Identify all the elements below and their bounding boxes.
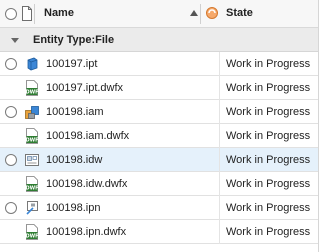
collapse-triangle-icon[interactable] xyxy=(11,38,19,43)
table-row[interactable]: DWF 100198.iam.dwfx Work in Progress xyxy=(0,124,318,148)
dwf-icon: DWF xyxy=(25,128,39,144)
file-state: Work in Progress xyxy=(226,106,311,118)
file-state: Work in Progress xyxy=(226,202,311,214)
svg-text:DWF: DWF xyxy=(25,90,38,96)
table-row[interactable]: 100198.iam Work in Progress xyxy=(0,100,318,124)
file-name[interactable]: 100198.idw.dwfx xyxy=(46,178,127,190)
table-row[interactable]: DWF 100197.ipt.dwfx Work in Progress xyxy=(0,76,318,100)
file-state: Work in Progress xyxy=(226,178,311,190)
drawing-icon xyxy=(25,154,39,166)
file-name[interactable]: 100198.iam xyxy=(46,106,104,118)
svg-text:DWF: DWF xyxy=(25,186,38,192)
assembly-icon xyxy=(25,106,39,119)
group-label: Entity Type:File xyxy=(33,34,115,46)
file-name[interactable]: 100198.ipn xyxy=(46,202,100,214)
table-row[interactable]: DWF 100198.idw.dwfx Work in Progress xyxy=(0,172,318,196)
column-header-row: Name State xyxy=(0,0,318,28)
svg-text:DWF: DWF xyxy=(25,234,38,240)
select-all-circle[interactable] xyxy=(5,8,17,20)
presentation-icon xyxy=(26,201,38,215)
file-state: Work in Progress xyxy=(226,130,311,142)
file-name[interactable]: 100198.ipn.dwfx xyxy=(46,226,126,238)
file-grid: Name State Entity Type:File 100197.ipt W… xyxy=(0,0,319,252)
file-name[interactable]: 100198.idw xyxy=(46,154,102,166)
table-row[interactable]: DWF 100198.ipn.dwfx Work in Progress xyxy=(0,220,318,244)
file-state: Work in Progress xyxy=(226,154,311,166)
row-select-circle[interactable] xyxy=(5,106,17,118)
part-icon xyxy=(27,57,38,71)
table-row[interactable]: 100198.idw Work in Progress xyxy=(0,148,318,172)
name-column-header[interactable]: Name xyxy=(44,7,74,19)
file-name[interactable]: 100197.ipt.dwfx xyxy=(46,82,123,94)
group-row-entity-type[interactable]: Entity Type:File xyxy=(0,28,318,52)
file-type-column-icon[interactable] xyxy=(21,6,33,21)
table-row[interactable]: 100198.ipn Work in Progress xyxy=(0,196,318,220)
row-select-circle[interactable] xyxy=(5,58,17,70)
file-name[interactable]: 100197.ipt xyxy=(46,58,97,70)
lifecycle-state-icon xyxy=(206,7,218,19)
dwf-icon: DWF xyxy=(25,224,39,240)
dwf-icon: DWF xyxy=(25,176,39,192)
file-state: Work in Progress xyxy=(226,58,311,70)
file-state: Work in Progress xyxy=(226,226,311,238)
sort-ascending-icon[interactable] xyxy=(190,10,198,16)
file-name[interactable]: 100198.iam.dwfx xyxy=(46,130,129,142)
row-select-circle[interactable] xyxy=(5,202,17,214)
file-state: Work in Progress xyxy=(226,82,311,94)
table-row[interactable]: 100197.ipt Work in Progress xyxy=(0,52,318,76)
svg-text:DWF: DWF xyxy=(25,138,38,144)
state-column-header[interactable]: State xyxy=(226,7,253,19)
dwf-icon: DWF xyxy=(25,80,39,96)
row-select-circle[interactable] xyxy=(5,154,17,166)
